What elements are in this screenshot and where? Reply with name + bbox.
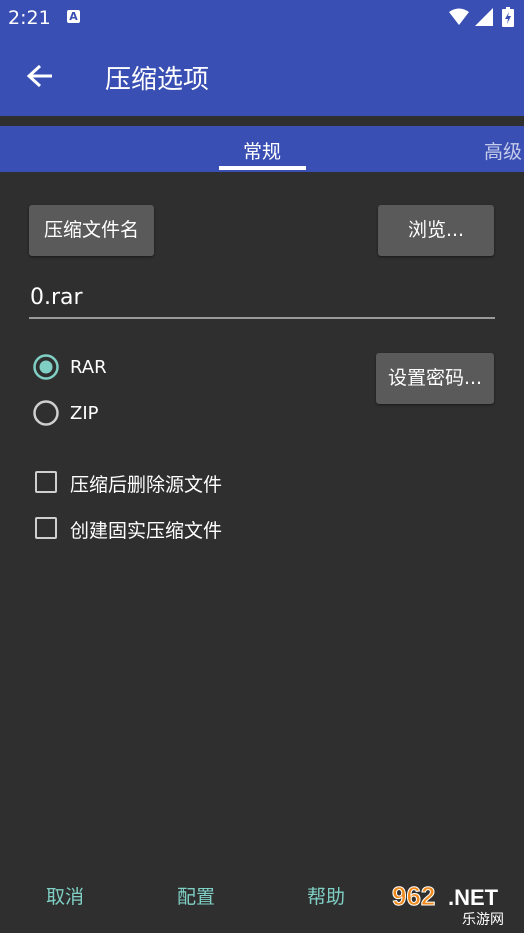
filename-field[interactable]: 0.rar: [29, 285, 495, 319]
watermark-logo: 962 .NET 乐游网: [392, 881, 505, 928]
config-button[interactable]: 配置: [177, 882, 215, 909]
back-arrow-icon[interactable]: [26, 64, 54, 88]
browse-button[interactable]: 浏览...: [378, 205, 494, 256]
signal-icon: [475, 8, 493, 26]
notification-icon: A: [67, 10, 80, 23]
radio-zip[interactable]: [33, 400, 59, 426]
svg-text:乐游网: 乐游网: [462, 912, 504, 927]
help-button[interactable]: 帮助: [307, 882, 345, 909]
battery-icon: [502, 7, 514, 27]
tab-bar: 常规 高级: [0, 126, 524, 172]
cancel-button[interactable]: 取消: [46, 882, 84, 909]
delete-after-label[interactable]: 压缩后删除源文件: [70, 470, 222, 497]
set-password-button[interactable]: 设置密码...: [376, 353, 494, 404]
wifi-icon: [449, 8, 469, 25]
tab-general[interactable]: 常规: [243, 137, 281, 164]
radio-rar-label[interactable]: RAR: [70, 357, 107, 378]
solid-archive-label[interactable]: 创建固实压缩文件: [70, 516, 222, 543]
app-bar: 压缩选项: [0, 35, 524, 116]
filename-value: 0.rar: [30, 285, 83, 310]
appbar-divider: [0, 116, 524, 126]
tab-advanced[interactable]: 高级: [484, 137, 522, 164]
status-bar: 2:21 A: [0, 0, 524, 35]
radio-rar[interactable]: [33, 354, 59, 380]
page-title: 压缩选项: [105, 65, 210, 95]
radio-zip-label[interactable]: ZIP: [70, 403, 99, 424]
archive-name-button[interactable]: 压缩文件名: [29, 205, 154, 256]
status-time: 2:21: [8, 7, 51, 29]
delete-after-checkbox[interactable]: [35, 471, 57, 493]
svg-text:962: 962: [392, 881, 435, 911]
svg-text:.NET: .NET: [448, 885, 499, 910]
tab-indicator: [219, 166, 306, 170]
solid-archive-checkbox[interactable]: [35, 517, 57, 539]
